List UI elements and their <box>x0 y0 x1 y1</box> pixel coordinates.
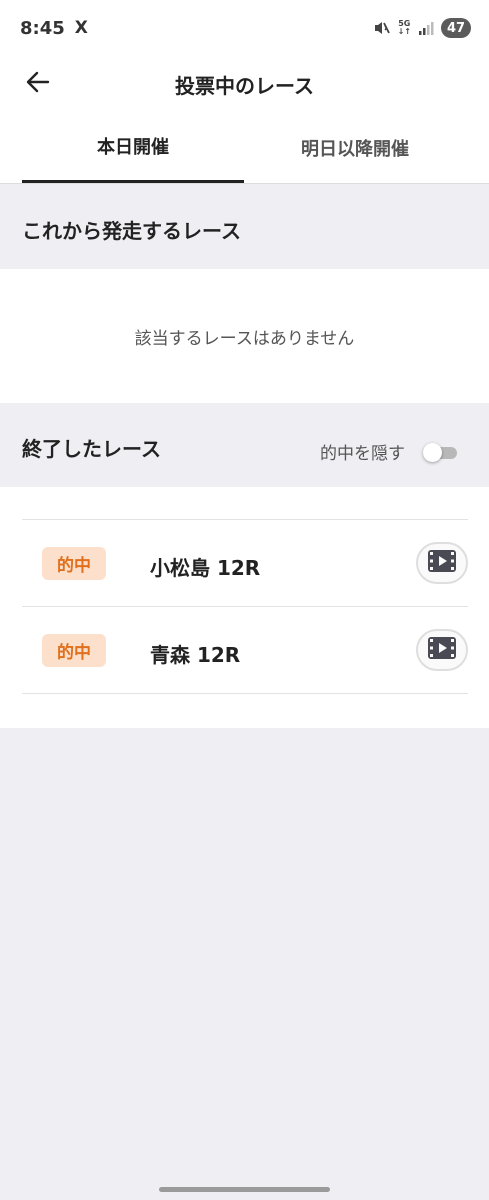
video-icon <box>427 636 457 664</box>
tab-upcoming-days[interactable]: 明日以降開催 <box>244 112 466 184</box>
race-name: 青森 12R <box>150 643 241 667</box>
network-arrows: ↓↑ <box>397 27 411 36</box>
tab-today[interactable]: 本日開催 <box>22 112 244 183</box>
finished-section-header: 終了したレース 的中を隠す <box>0 403 489 487</box>
battery-indicator: 47 <box>441 18 471 38</box>
hit-badge: 的中 <box>42 547 106 580</box>
race-name: 小松島 12R <box>150 556 261 580</box>
hit-badge: 的中 <box>42 634 106 667</box>
mute-icon <box>373 19 391 37</box>
finished-race-list: 的中 小松島 12R 的中 青森 12R <box>22 519 468 694</box>
upcoming-empty-panel: 該当するレースはありません <box>0 269 489 403</box>
status-right: 5G ↓↑ 47 <box>373 18 471 38</box>
signal-icon <box>418 20 434 36</box>
page-title: 投票中のレース <box>175 74 314 98</box>
status-time: 8:45 <box>20 17 65 39</box>
tab-bar: 本日開催 明日以降開催 <box>0 112 489 184</box>
upcoming-section-title: これから発走するレース <box>22 219 241 243</box>
toggle-knob <box>423 443 442 462</box>
race-row[interactable]: 的中 小松島 12R <box>22 520 468 607</box>
video-icon <box>427 549 457 577</box>
app-header: 投票中のレース <box>0 56 489 112</box>
race-row[interactable]: 的中 青森 12R <box>22 607 468 694</box>
status-left: 8:45 X <box>20 18 88 39</box>
video-button[interactable] <box>416 542 468 584</box>
empty-message: 該当するレースはありません <box>134 329 355 349</box>
status-bar: 8:45 X 5G ↓↑ 47 <box>0 0 489 56</box>
home-indicator[interactable] <box>159 1187 330 1192</box>
x-app-icon: X <box>74 18 88 38</box>
upcoming-section-header: これから発走するレース <box>0 185 489 269</box>
hide-hits-toggle[interactable] <box>423 442 457 462</box>
finished-section-title: 終了したレース <box>22 437 161 461</box>
network-indicator: 5G ↓↑ <box>398 20 411 36</box>
hide-hits-label: 的中を隠す <box>320 444 405 464</box>
finished-results-panel: 的中 小松島 12R 的中 青森 12R <box>0 487 489 728</box>
video-button[interactable] <box>416 629 468 671</box>
